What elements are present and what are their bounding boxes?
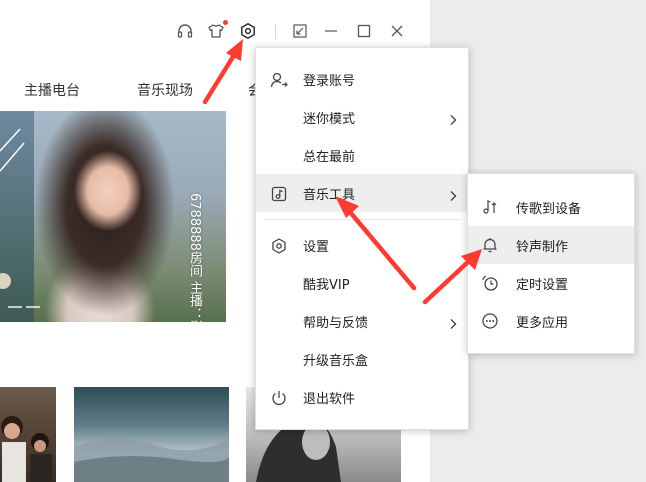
notification-dot [223,20,228,25]
settings-dropdown-menu: 登录账号 迷你模式 总在最前 音乐工具 设置 酷我VIP 帮助与反馈 升级音乐盒… [255,47,469,430]
thumbnail-card-2[interactable] [74,387,229,482]
submenu-item-ringtone[interactable]: 铃声制作 [468,226,634,264]
chevron-right-icon [448,187,458,201]
menu-item-music-tools[interactable]: 音乐工具 [256,174,468,212]
submenu-item-label: 传歌到设备 [516,202,582,217]
menu-item-label: 退出软件 [303,392,356,407]
menu-item-label: 登录账号 [303,74,356,89]
user-login-icon [270,71,288,89]
toolbar-divider [275,24,276,40]
headphones-icon[interactable] [174,20,196,42]
close-icon[interactable] [386,20,408,42]
submenu-item-timer[interactable]: 定时设置 [468,264,634,302]
music-tools-submenu: 传歌到设备 铃声制作 定时设置 更多应用 [467,173,635,354]
music-tool-icon [270,185,288,203]
thumbnail-card-1[interactable] [0,387,56,482]
submenu-item-more-apps[interactable]: 更多应用 [468,302,634,340]
mini-window-icon[interactable] [289,20,311,42]
menu-item-label: 总在最前 [303,150,356,165]
nav-item-live-music[interactable]: 音乐现场 [137,80,193,100]
menu-item-label: 设置 [303,240,330,255]
menu-item-mini-mode[interactable]: 迷你模式 [256,98,468,136]
menu-item-label: 迷你模式 [303,112,356,127]
banner-pagination[interactable] [8,306,40,308]
menu-item-label: 音乐工具 [303,188,356,203]
submenu-item-transfer[interactable]: 传歌到设备 [468,188,634,226]
menu-item-label: 帮助与反馈 [303,316,369,331]
submenu-item-label: 定时设置 [516,278,569,293]
menu-item-login[interactable]: 登录账号 [256,60,468,98]
menu-item-always-on-top[interactable]: 总在最前 [256,136,468,174]
music-transfer-icon [481,198,499,216]
settings-gear-icon[interactable] [237,20,259,42]
settings-icon [270,237,288,255]
menu-item-settings[interactable]: 设置 [256,226,468,264]
nav-item-anchor-radio[interactable]: 主播电台 [24,80,80,100]
submenu-item-label: 更多应用 [516,316,569,331]
menu-separator [264,219,460,220]
power-icon [270,389,288,407]
chevron-right-icon [448,315,458,329]
menu-item-help-feedback[interactable]: 帮助与反馈 [256,302,468,340]
banner-side-image [0,111,34,322]
minimize-icon[interactable] [320,20,342,42]
shirt-icon[interactable] [205,20,228,42]
more-dots-icon [481,312,499,330]
menu-item-vip[interactable]: 酷我VIP [256,264,468,302]
featured-banner[interactable]: 6788888房间 主播：影子 [0,111,226,322]
banner-caption: 6788888房间 主播：影子 [187,193,202,322]
menu-item-label: 升级音乐盒 [303,354,369,369]
timer-icon [481,274,499,292]
menu-item-exit[interactable]: 退出软件 [256,378,468,416]
menu-item-label: 酷我VIP [303,278,350,293]
menu-item-upgrade[interactable]: 升级音乐盒 [256,340,468,378]
bell-icon [481,236,499,254]
maximize-icon[interactable] [353,20,375,42]
submenu-item-label: 铃声制作 [516,240,569,255]
chevron-right-icon [448,111,458,125]
